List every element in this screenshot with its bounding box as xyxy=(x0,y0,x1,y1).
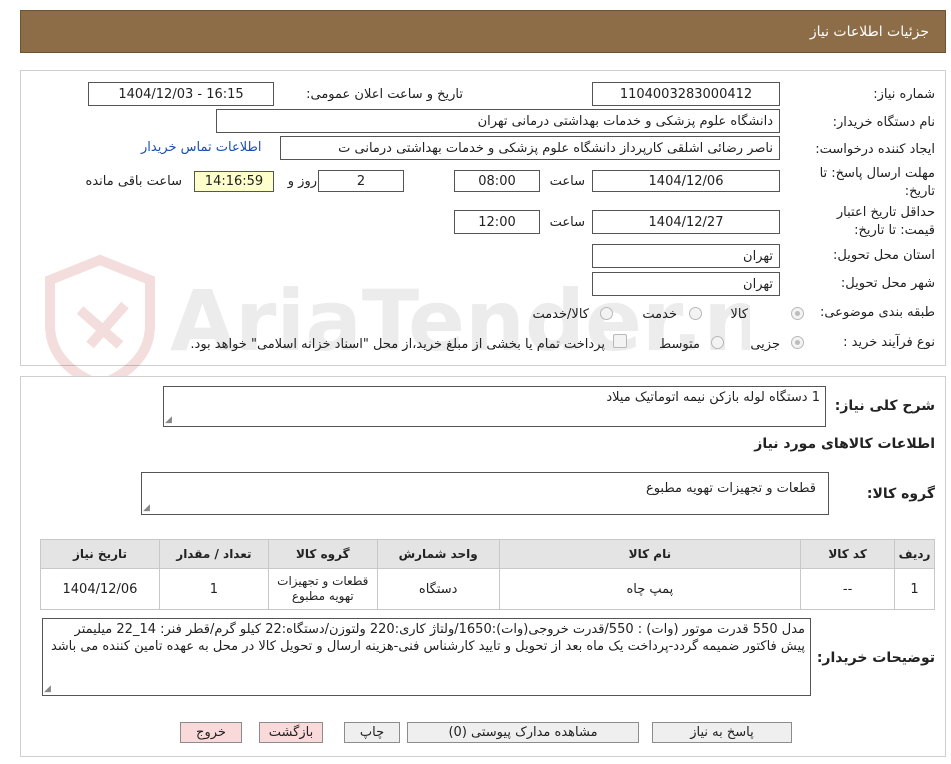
goods-group-text: قطعات و تجهیزات تهویه مطبوع xyxy=(645,481,816,496)
col-header-row-number: ردیف xyxy=(894,539,935,569)
table-row[interactable]: 1 -- پمپ چاه دستگاه قطعات و تجهیزات تهوی… xyxy=(40,568,935,610)
category-goods-radio[interactable] xyxy=(791,307,804,320)
print-button[interactable]: چاپ xyxy=(344,722,400,743)
resize-grip-icon: ◢ xyxy=(165,415,172,425)
cell-row-number: 1 xyxy=(894,568,935,610)
category-service-label: خدمت xyxy=(642,307,677,322)
reply-button[interactable]: پاسخ به نیاز xyxy=(652,722,792,743)
need-number-label: شماره نیاز: xyxy=(873,87,935,102)
remaining-time-field: 14:16:59 xyxy=(194,171,274,192)
table-header-row: ردیف کد کالا نام کالا واحد شمارش گروه کا… xyxy=(40,539,935,569)
deadline-time-label: ساعت xyxy=(549,174,585,189)
validity-label-line2: قیمت: تا تاریخ: xyxy=(854,223,935,238)
col-header-quantity: تعداد / مقدار xyxy=(158,539,269,569)
col-header-item-name: نام کالا xyxy=(498,539,802,569)
category-both-radio[interactable] xyxy=(600,307,613,320)
buyer-notes-line-2: پیش فاکتور ضمیمه گردد-پرداخت یک ماه بعد … xyxy=(50,639,805,654)
description-field[interactable]: 1 دستگاه لوله بازکن نیمه اتوماتیک میلاد … xyxy=(163,386,826,427)
process-minor-radio[interactable] xyxy=(791,336,804,349)
goods-group-field[interactable]: قطعات و تجهیزات تهویه مطبوع ◢ xyxy=(141,472,829,515)
remaining-label: ساعت باقی مانده xyxy=(85,174,182,189)
requester-field[interactable]: ناصر رضائی اشلقی کارپرداز دانشگاه علوم پ… xyxy=(280,136,780,160)
validity-time-label: ساعت xyxy=(549,215,585,230)
contact-info-link[interactable]: اطلاعات تماس خریدار xyxy=(141,140,261,155)
announce-label: تاریخ و ساعت اعلان عمومی: xyxy=(306,87,463,102)
validity-label-line1: حداقل تاریخ اعتبار xyxy=(836,205,935,220)
exit-button[interactable]: خروج xyxy=(180,722,242,743)
category-goods-label: کالا xyxy=(730,307,748,322)
category-both-label: کالا/خدمت xyxy=(532,307,589,322)
buyer-org-field[interactable]: دانشگاه علوم پزشکی و خدمات بهداشتی درمان… xyxy=(216,109,780,133)
buyer-notes-field[interactable]: مدل 550 قدرت موتور (وات) : 550/قدرت خروج… xyxy=(42,618,811,696)
requester-label: ایجاد کننده درخواست: xyxy=(815,142,935,157)
buyer-org-label: نام دستگاه خریدار: xyxy=(832,115,935,130)
deadline-label-line1: مهلت ارسال پاسخ: تا xyxy=(819,166,935,181)
province-field[interactable]: تهران xyxy=(592,244,780,268)
validity-time-field[interactable]: 12:00 xyxy=(454,210,540,234)
process-minor-label: جزیی xyxy=(750,337,780,352)
category-service-radio[interactable] xyxy=(689,307,702,320)
validity-date-field[interactable]: 1404/12/27 xyxy=(592,210,780,234)
cell-item-name: پمپ چاه xyxy=(498,568,802,610)
cell-item-code: -- xyxy=(800,568,896,610)
col-header-need-date: تاریخ نیاز xyxy=(40,539,160,569)
cell-quantity: 1 xyxy=(158,568,269,610)
buyer-notes-label: توضیحات خریدار: xyxy=(816,650,935,666)
cell-group: قطعات و تجهیزات تهویه مطبوع xyxy=(267,568,378,610)
days-field[interactable]: 2 xyxy=(318,170,404,192)
deadline-date-field[interactable]: 1404/12/06 xyxy=(592,170,780,192)
back-button[interactable]: بازگشت xyxy=(259,722,323,743)
goods-info-heading: اطلاعات کالاهای مورد نیاز xyxy=(754,436,935,452)
buyer-notes-line-1: مدل 550 قدرت موتور (وات) : 550/قدرت خروج… xyxy=(74,622,805,637)
treasury-note: پرداخت تمام یا بخشی از مبلغ خرید،از محل … xyxy=(190,337,605,352)
description-label: شرح کلی نیاز: xyxy=(834,398,935,414)
city-label: شهر محل تحویل: xyxy=(840,276,935,291)
cell-need-date: 1404/12/06 xyxy=(40,568,160,610)
goods-group-label: گروه کالا: xyxy=(866,486,935,502)
deadline-label-line2: تاریخ: xyxy=(904,184,935,199)
city-field[interactable]: تهران xyxy=(592,272,780,296)
resize-grip-icon: ◢ xyxy=(143,503,150,513)
treasury-checkbox[interactable] xyxy=(613,334,627,348)
need-number-field[interactable]: 1104003283000412 xyxy=(592,82,780,106)
announce-field[interactable]: 1404/12/03 - 16:15 xyxy=(88,82,274,106)
attachments-button[interactable]: مشاهده مدارک پیوستی (0) xyxy=(407,722,639,743)
col-header-unit: واحد شمارش xyxy=(376,539,500,569)
resize-grip-icon: ◢ xyxy=(44,684,51,694)
deadline-time-field[interactable]: 08:00 xyxy=(454,170,540,192)
description-text: 1 دستگاه لوله بازکن نیمه اتوماتیک میلاد xyxy=(606,390,820,405)
col-header-item-code: کد کالا xyxy=(800,539,896,569)
category-label: طبقه بندی موضوعی: xyxy=(819,305,935,320)
process-medium-radio[interactable] xyxy=(711,336,724,349)
page-header: جزئیات اطلاعات نیاز xyxy=(20,10,946,53)
days-label: روز و xyxy=(287,174,317,189)
cell-unit: دستگاه xyxy=(376,568,500,610)
items-table: ردیف کد کالا نام کالا واحد شمارش گروه کا… xyxy=(40,539,935,610)
process-medium-label: متوسط xyxy=(659,337,700,352)
page-title: جزئیات اطلاعات نیاز xyxy=(809,23,929,40)
province-label: استان محل تحویل: xyxy=(833,248,935,263)
col-header-group: گروه کالا xyxy=(267,539,378,569)
process-label: نوع فرآیند خرید : xyxy=(843,335,935,350)
